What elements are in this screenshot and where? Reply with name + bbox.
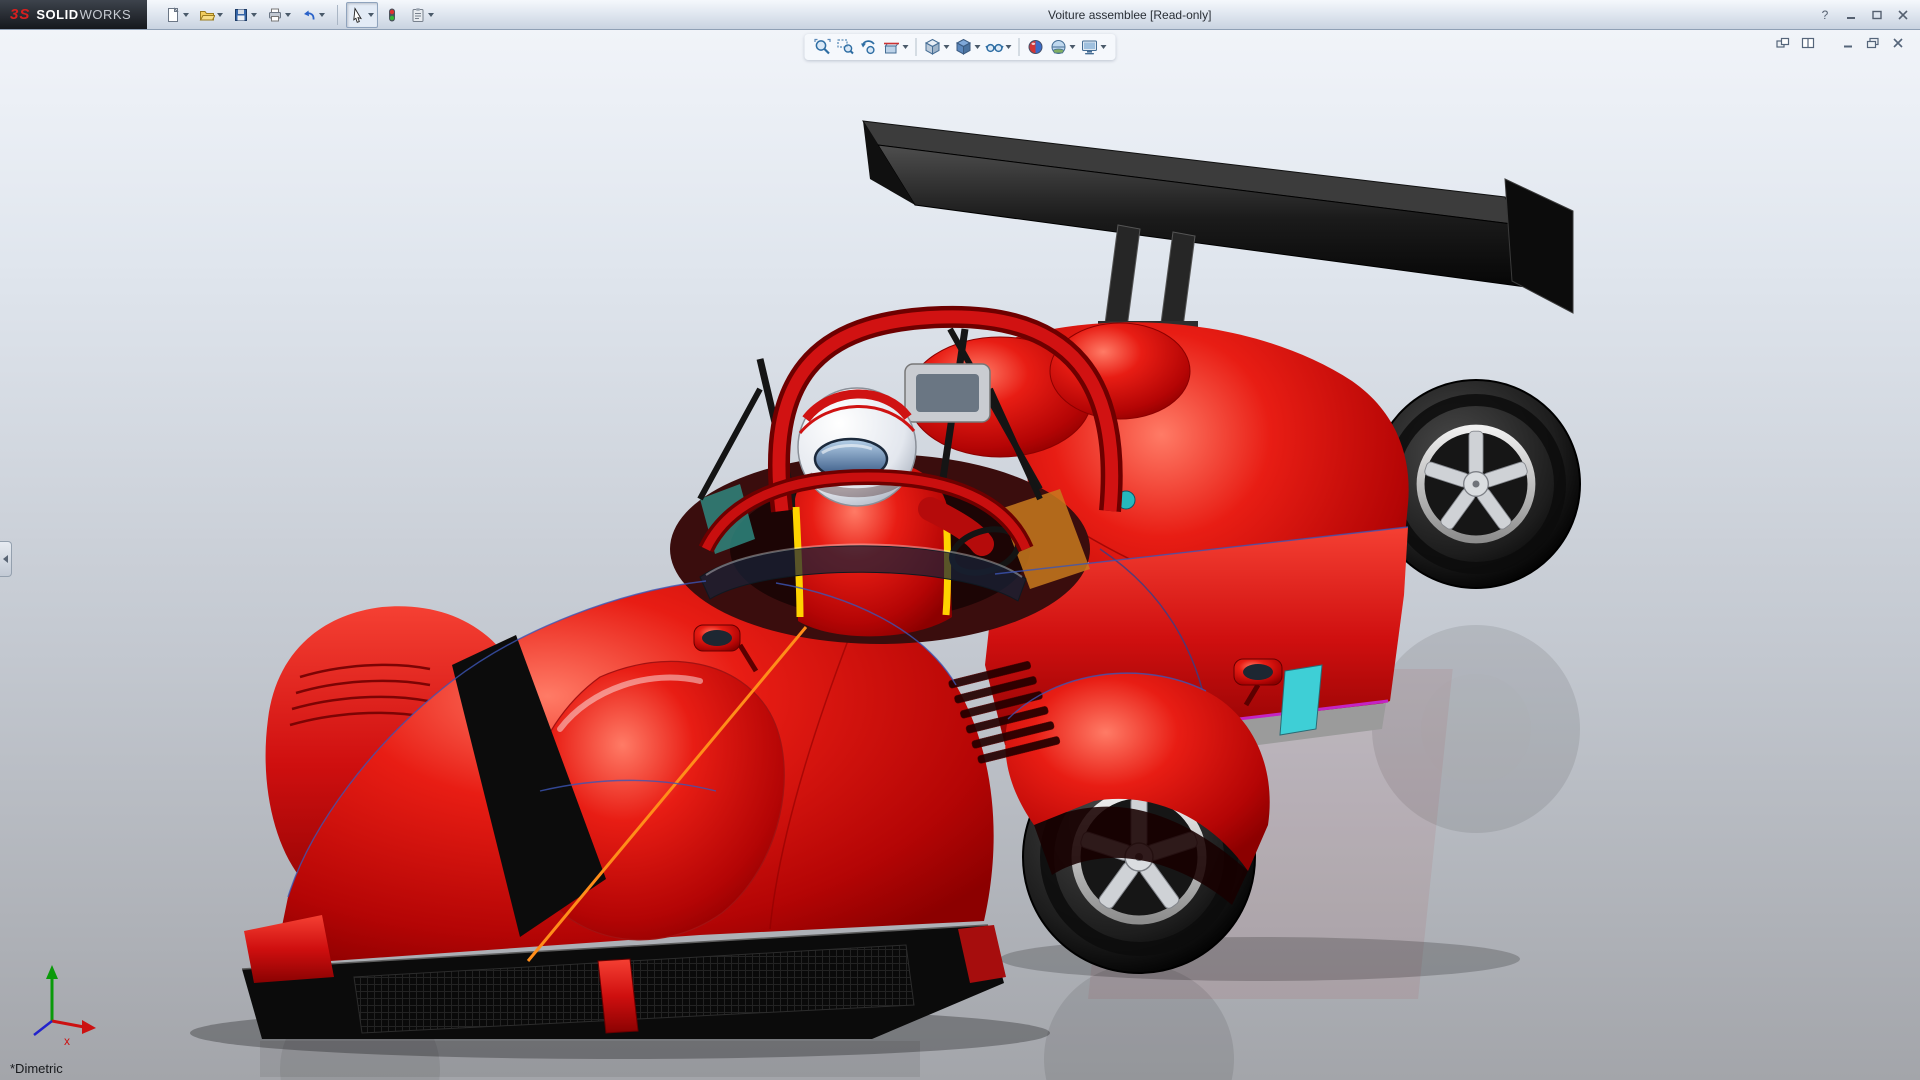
edit-appearance-button[interactable] [1025, 36, 1047, 58]
open-icon [199, 7, 215, 23]
title-bar: 3S SOLID WORKS [0, 0, 1920, 30]
heads-up-view-toolbar [805, 34, 1116, 60]
hide-show-items-button[interactable] [984, 36, 1014, 58]
save-icon [233, 7, 249, 23]
view-orientation-button[interactable] [922, 36, 952, 58]
dropdown-caret-icon [975, 45, 981, 49]
solidworks-logo[interactable]: 3S SOLID WORKS [0, 0, 147, 29]
apply-scene-button[interactable] [1048, 36, 1078, 58]
maximize-button[interactable] [1866, 5, 1888, 24]
help-button[interactable]: ? [1814, 5, 1836, 24]
solidworks-wordmark-light: WORKS [80, 7, 132, 22]
document-close-icon [1891, 37, 1905, 49]
dropdown-caret-icon [368, 13, 374, 17]
section-view-icon [883, 38, 901, 56]
tile-icon [1801, 37, 1815, 49]
previous-view-button[interactable] [858, 36, 880, 58]
zoom-to-area-icon [837, 38, 855, 56]
dropdown-caret-icon [285, 13, 291, 17]
toolbar-separator [337, 5, 338, 25]
toolbar-separator [1019, 38, 1020, 56]
zoom-to-fit-icon [814, 38, 832, 56]
cascade-windows-button[interactable] [1773, 34, 1793, 51]
print-icon [267, 7, 283, 23]
document-restore-icon [1866, 37, 1880, 49]
dropdown-caret-icon [903, 45, 909, 49]
minimize-button[interactable] [1840, 5, 1862, 24]
document-minimize-button[interactable] [1838, 34, 1858, 51]
previous-view-icon [860, 38, 878, 56]
display-style-button[interactable] [953, 36, 983, 58]
close-icon [1897, 10, 1909, 20]
dropdown-caret-icon [944, 45, 950, 49]
file-properties-icon [410, 7, 426, 23]
open-button[interactable] [195, 2, 227, 28]
dropdown-caret-icon [1101, 45, 1107, 49]
window-controls: ? [1814, 0, 1914, 29]
side-window [1280, 665, 1322, 735]
solidworks-3s-mark: 3S [10, 6, 30, 23]
display-style-icon [955, 38, 973, 56]
hide-show-items-icon [986, 38, 1004, 56]
dropdown-caret-icon [428, 13, 434, 17]
close-button[interactable] [1892, 5, 1914, 24]
solidworks-wordmark-bold: SOLID [36, 7, 78, 22]
rebuild-icon [384, 7, 400, 23]
apply-scene-icon [1050, 38, 1068, 56]
select-cursor-icon [350, 7, 366, 23]
undo-button[interactable] [297, 2, 329, 28]
edit-appearance-icon [1027, 38, 1045, 56]
tile-windows-button[interactable] [1798, 34, 1818, 51]
minimize-icon [1845, 10, 1857, 20]
graphics-area[interactable]: x [0, 29, 1920, 1080]
new-document-button[interactable] [161, 2, 193, 28]
file-properties-button[interactable] [406, 2, 438, 28]
new-document-icon [165, 7, 181, 23]
dropdown-caret-icon [1006, 45, 1012, 49]
maximize-icon [1871, 10, 1883, 20]
view-settings-button[interactable] [1079, 36, 1109, 58]
view-settings-icon [1081, 38, 1099, 56]
dropdown-caret-icon [217, 13, 223, 17]
cascade-icon [1776, 37, 1790, 49]
featuremanager-collapse-tab[interactable] [0, 541, 12, 577]
rebuild-button[interactable] [380, 2, 404, 28]
dropdown-caret-icon [1070, 45, 1076, 49]
view-orientation-label: *Dimetric [10, 1061, 63, 1076]
orientation-triad: x [34, 965, 96, 1048]
dropdown-caret-icon [251, 13, 257, 17]
dropdown-caret-icon [183, 13, 189, 17]
document-window-controls [1773, 34, 1908, 51]
car-model[interactable]: x [0, 29, 1920, 1080]
view-orientation-icon [924, 38, 942, 56]
standard-toolbar [161, 2, 438, 28]
save-button[interactable] [229, 2, 261, 28]
dropdown-caret-icon [319, 13, 325, 17]
zoom-to-fit-button[interactable] [812, 36, 834, 58]
undo-icon [301, 7, 317, 23]
toolbar-separator [916, 38, 917, 56]
print-button[interactable] [263, 2, 295, 28]
collapse-arrow-icon [3, 555, 8, 563]
window-title: Voiture assemblee [Read-only] [1048, 0, 1211, 29]
select-button[interactable] [346, 2, 378, 28]
zoom-to-area-button[interactable] [835, 36, 857, 58]
section-view-button[interactable] [881, 36, 911, 58]
document-minimize-icon [1841, 37, 1855, 49]
document-close-button[interactable] [1888, 34, 1908, 51]
triad-x-label: x [64, 1034, 70, 1048]
document-restore-button[interactable] [1863, 34, 1883, 51]
rear-view-mirror-glass [916, 374, 979, 412]
